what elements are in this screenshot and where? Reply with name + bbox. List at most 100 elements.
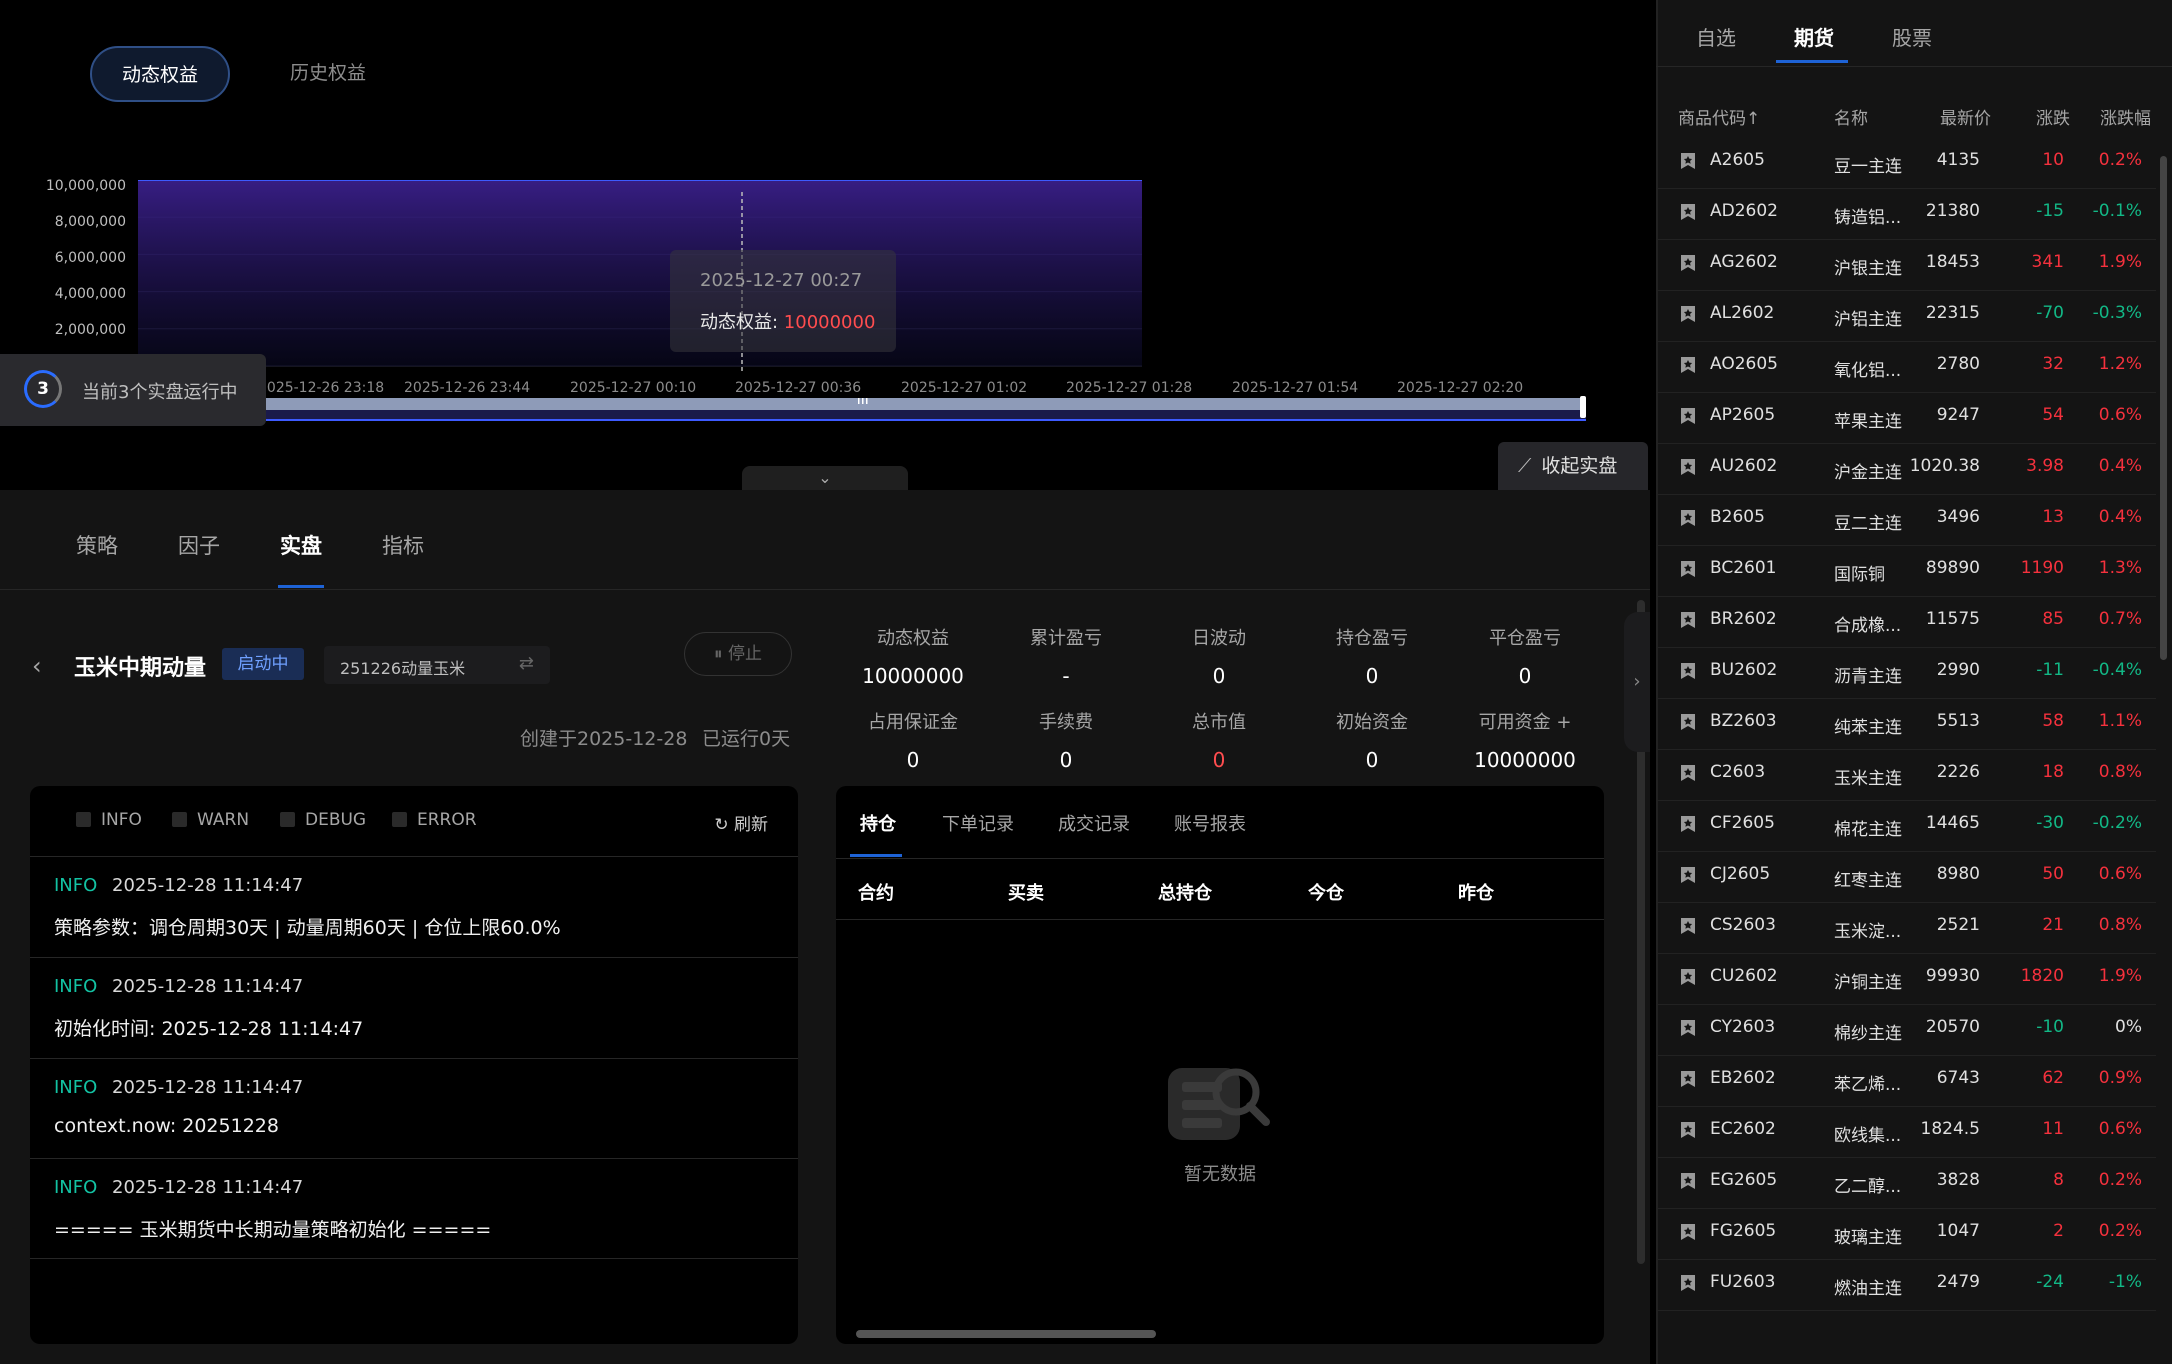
price-change-pct: 0.2%: [2098, 150, 2142, 170]
contract-name: 燃油主连: [1834, 1279, 1902, 1299]
tab-futures[interactable]: 期货: [1794, 22, 1834, 51]
tab-watchlist[interactable]: 自选: [1696, 22, 1736, 51]
bookmark-icon[interactable]: [1680, 152, 1696, 170]
table-row[interactable]: BU2602 沥青主连 2990 -11 -0.4%: [1658, 648, 2156, 699]
tab-stocks[interactable]: 股票: [1892, 22, 1932, 51]
collapse-live-button[interactable]: ⟋ 收起实盘: [1498, 442, 1648, 490]
table-row[interactable]: BC2601 国际铜 89890 1190 1.3%: [1658, 546, 2156, 597]
column-header-change[interactable]: 涨跌: [2036, 104, 2070, 129]
chart-range-slider[interactable]: [266, 394, 1586, 424]
table-row[interactable]: CS2603 玉米淀... 2521 21 0.8%: [1658, 903, 2156, 954]
chevron-left-icon[interactable]: ‹: [32, 652, 42, 680]
bookmark-icon[interactable]: [1680, 713, 1696, 731]
filter-info[interactable]: INFO: [76, 810, 142, 830]
table-row[interactable]: CF2605 棉花主连 14465 -30 -0.2%: [1658, 801, 2156, 852]
tab-history-equity[interactable]: 历史权益: [268, 46, 388, 102]
table-row[interactable]: EC2602 欧线集... 1824.5 11 0.6%: [1658, 1107, 2156, 1158]
main-tabs-bar: [0, 490, 1650, 590]
tab-strategy[interactable]: 策略: [76, 530, 118, 560]
y-tick-label: 6,000,000: [54, 250, 126, 266]
bookmark-icon[interactable]: [1680, 1172, 1696, 1190]
table-row[interactable]: B2605 豆二主连 3496 13 0.4%: [1658, 495, 2156, 546]
price-change: 3.98: [2026, 456, 2064, 476]
bookmark-icon[interactable]: [1680, 1121, 1696, 1139]
bookmark-icon[interactable]: [1680, 1223, 1696, 1241]
stat-available-capital[interactable]: 可用资金 +10000000: [1448, 708, 1602, 772]
contract-name: 乙二醇...: [1834, 1177, 1902, 1197]
empty-data-text: 暂无数据: [1184, 1164, 1256, 1185]
bookmark-icon[interactable]: [1680, 254, 1696, 272]
table-row[interactable]: CJ2605 红枣主连 8980 50 0.6%: [1658, 852, 2156, 903]
contract-code: CU2602: [1710, 966, 1778, 986]
bookmark-icon[interactable]: [1680, 1019, 1696, 1037]
horizontal-scrollbar[interactable]: [856, 1330, 1156, 1338]
column-header-name[interactable]: 名称: [1834, 104, 1868, 129]
contract-name: 豆一主连: [1834, 157, 1902, 177]
column-header: 合约: [858, 883, 894, 904]
bookmark-icon[interactable]: [1680, 815, 1696, 833]
contract-name: 豆二主连: [1834, 514, 1902, 534]
table-row[interactable]: BZ2603 纯苯主连 5513 58 1.1%: [1658, 699, 2156, 750]
table-row[interactable]: AO2605 氧化铝... 2780 32 1.2%: [1658, 342, 2156, 393]
bookmark-icon[interactable]: [1680, 968, 1696, 986]
bookmark-icon[interactable]: [1680, 560, 1696, 578]
table-row[interactable]: AL2602 沪铝主连 22315 -70 -0.3%: [1658, 291, 2156, 342]
tab-trade-records[interactable]: 成交记录: [1058, 810, 1130, 836]
tab-factor[interactable]: 因子: [178, 530, 220, 560]
price-change-pct: 1.3%: [2098, 558, 2142, 578]
table-row[interactable]: A2605 豆一主连 4135 10 0.2%: [1658, 138, 2156, 189]
bookmark-icon[interactable]: [1680, 764, 1696, 782]
table-row[interactable]: CY2603 棉纱主连 20570 -10 0%: [1658, 1005, 2156, 1056]
table-row[interactable]: BR2602 合成橡... 11575 85 0.7%: [1658, 597, 2156, 648]
column-header-code[interactable]: 商品代码↑: [1678, 104, 1760, 129]
table-row[interactable]: AG2602 沪银主连 18453 341 1.9%: [1658, 240, 2156, 291]
stop-button[interactable]: ⏸ 停止: [684, 632, 792, 676]
filter-warn[interactable]: WARN: [172, 810, 249, 830]
table-row[interactable]: CU2602 沪铜主连 99930 1820 1.9%: [1658, 954, 2156, 1005]
tab-account-report[interactable]: 账号报表: [1174, 810, 1246, 836]
bookmark-icon[interactable]: [1680, 1070, 1696, 1088]
bookmark-icon[interactable]: [1680, 866, 1696, 884]
bookmark-icon[interactable]: [1680, 611, 1696, 629]
table-row[interactable]: AP2605 苹果主连 9247 54 0.6%: [1658, 393, 2156, 444]
bookmark-icon[interactable]: [1680, 662, 1696, 680]
market-scrollbar[interactable]: [2160, 156, 2167, 660]
column-header-change-pct[interactable]: 涨跌幅: [2100, 104, 2151, 129]
switch-icon[interactable]: ⇄: [519, 653, 534, 674]
tab-dynamic-equity[interactable]: 动态权益: [90, 46, 230, 102]
table-row[interactable]: EB2602 苯乙烯... 6743 62 0.9%: [1658, 1056, 2156, 1107]
contract-code: FU2603: [1710, 1272, 1776, 1292]
bookmark-icon[interactable]: [1680, 356, 1696, 374]
table-row[interactable]: FG2605 玻璃主连 1047 2 0.2%: [1658, 1209, 2156, 1260]
last-price: 9247: [1936, 405, 1980, 425]
positions-panel: 持仓 下单记录 成交记录 账号报表 合约 买卖 总持仓 今仓 昨仓 暂无数据: [836, 786, 1604, 1344]
table-row[interactable]: C2603 玉米主连 2226 18 0.8%: [1658, 750, 2156, 801]
table-row[interactable]: AU2602 沪金主连 1020.38 3.98 0.4%: [1658, 444, 2156, 495]
table-row[interactable]: FU2603 燃油主连 2479 -24 -1%: [1658, 1260, 2156, 1311]
chevron-right-icon[interactable]: ›: [1624, 612, 1650, 752]
bookmark-icon[interactable]: [1680, 509, 1696, 527]
running-strategies-pill[interactable]: 3 当前3个实盘运行中: [0, 354, 266, 426]
filter-error[interactable]: ERROR: [392, 810, 477, 830]
account-select[interactable]: 251226动量玉米 ⇄: [324, 646, 550, 684]
refresh-button[interactable]: ↻ 刷新: [714, 810, 768, 835]
bookmark-icon[interactable]: [1680, 407, 1696, 425]
tab-order-records[interactable]: 下单记录: [942, 810, 1014, 836]
filter-debug[interactable]: DEBUG: [280, 810, 366, 830]
bookmark-icon[interactable]: [1680, 917, 1696, 935]
bookmark-icon[interactable]: [1680, 305, 1696, 323]
bookmark-icon[interactable]: [1680, 203, 1696, 221]
tab-indicator[interactable]: 指标: [382, 530, 424, 560]
contract-name: 国际铜: [1834, 565, 1885, 585]
bookmark-icon[interactable]: [1680, 1274, 1696, 1292]
table-row[interactable]: EG2605 乙二醇... 3828 8 0.2%: [1658, 1158, 2156, 1209]
chevron-down-icon[interactable]: ⌄: [742, 466, 908, 490]
pause-icon: ⏸: [714, 644, 723, 664]
column-header-price[interactable]: 最新价: [1940, 104, 1991, 129]
table-row[interactable]: AD2602 铸造铝... 21380 -15 -0.1%: [1658, 189, 2156, 240]
equity-area-fill: [138, 180, 1142, 366]
bookmark-icon[interactable]: [1680, 458, 1696, 476]
stat-daily-volatility: 日波动 0: [1192, 628, 1246, 688]
tab-live[interactable]: 实盘: [280, 530, 322, 560]
tab-positions[interactable]: 持仓: [860, 810, 896, 836]
